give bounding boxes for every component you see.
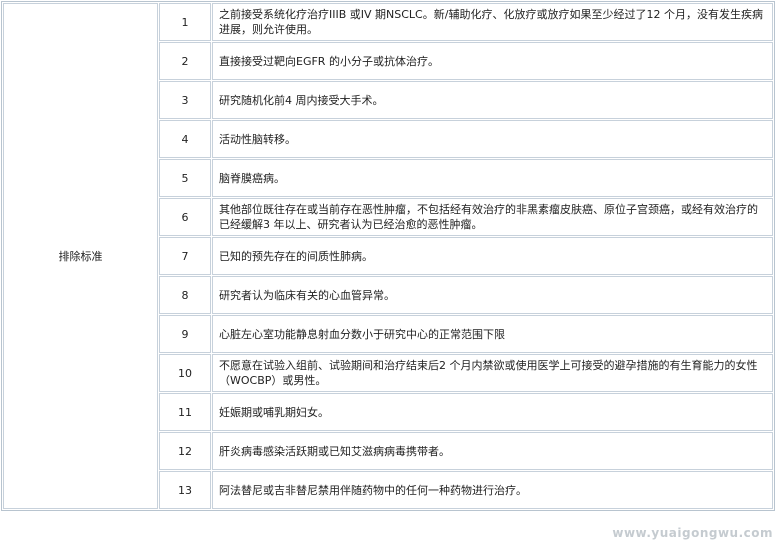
criterion-text: 直接接受过靶向EGFR 的小分子或抗体治疗。 <box>212 42 773 80</box>
row-number: 12 <box>159 432 211 470</box>
table-row: 排除标准 1 之前接受系统化疗治疗IIIB 或IV 期NSCLC。新/辅助化疗、… <box>3 3 773 509</box>
row-number: 6 <box>159 198 211 236</box>
row-number: 4 <box>159 120 211 158</box>
criterion-text: 脑脊膜癌病。 <box>212 159 773 197</box>
criterion-text: 研究随机化前4 周内接受大手术。 <box>212 81 773 119</box>
row-number: 11 <box>159 393 211 431</box>
row-number: 13 <box>159 471 211 509</box>
criterion-text: 之前接受系统化疗治疗IIIB 或IV 期NSCLC。新/辅助化疗、化放疗或放疗如… <box>212 3 773 41</box>
row-number: 5 <box>159 159 211 197</box>
criterion-text: 其他部位既往存在或当前存在恶性肿瘤，不包括经有效治疗的非黑素瘤皮肤癌、原位子宫颈… <box>212 198 773 236</box>
row-number: 2 <box>159 42 211 80</box>
criterion-text: 不愿意在试验入组前、试验期间和治疗结束后2 个月内禁欲或使用医学上可接受的避孕措… <box>212 354 773 392</box>
criterion-text: 活动性脑转移。 <box>212 120 773 158</box>
row-number: 8 <box>159 276 211 314</box>
criterion-text: 阿法替尼或吉非替尼禁用伴随药物中的任何一种药物进行治疗。 <box>212 471 773 509</box>
criterion-text: 心脏左心室功能静息射血分数小于研究中心的正常范围下限 <box>212 315 773 353</box>
criterion-text: 肝炎病毒感染活跃期或已知艾滋病病毒携带者。 <box>212 432 773 470</box>
criterion-text: 研究者认为临床有关的心血管异常。 <box>212 276 773 314</box>
row-number: 10 <box>159 354 211 392</box>
site-watermark: www.yuaigongwu.com <box>612 526 773 540</box>
row-number: 1 <box>159 3 211 41</box>
row-number: 9 <box>159 315 211 353</box>
criterion-text: 妊娠期或哺乳期妇女。 <box>212 393 773 431</box>
row-number: 7 <box>159 237 211 275</box>
exclusion-criteria-table: 排除标准 1 之前接受系统化疗治疗IIIB 或IV 期NSCLC。新/辅助化疗、… <box>1 1 775 511</box>
section-label: 排除标准 <box>3 3 158 509</box>
row-number: 3 <box>159 81 211 119</box>
criterion-text: 已知的预先存在的间质性肺病。 <box>212 237 773 275</box>
